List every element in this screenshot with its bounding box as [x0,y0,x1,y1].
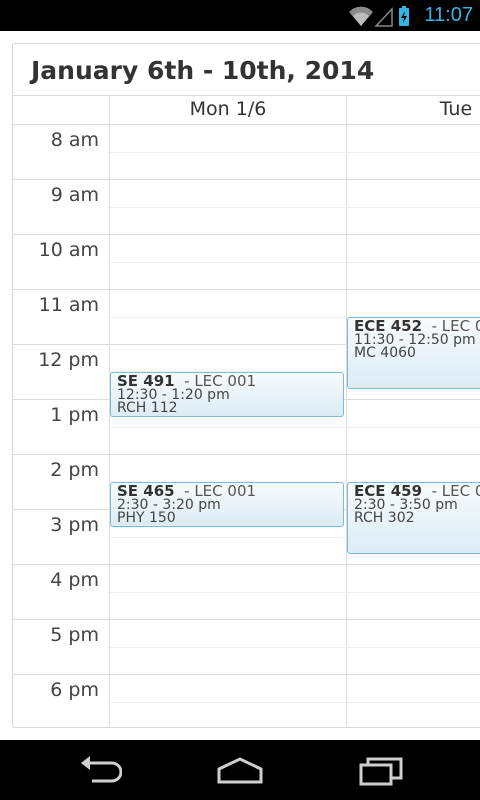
grid-line [346,95,347,727]
calendar-card: January 6th - 10th, 2014 Mon 1/6 Tue 1 [12,43,480,728]
time-label: 4 pm [50,569,99,591]
calendar-grid: Mon 1/6 Tue 1 8 am 9 am 10 am 11 am 12 p… [13,95,480,727]
grid-line [13,619,480,620]
grid-line [110,207,480,208]
time-label: 8 am [50,129,99,151]
time-label: 5 pm [50,624,99,646]
event-room: PHY 150 [117,510,176,526]
grid-line [13,564,480,565]
grid-line [110,427,480,428]
time-label: 9 am [50,184,99,206]
wifi-icon [349,6,373,27]
event-se465[interactable]: SE 465 - LEC 001 2:30 - 3:20 pm PHY 150 [110,482,344,527]
grid-line [110,262,480,263]
time-label: 10 am [38,239,99,261]
grid-line [13,95,480,96]
time-label: 11 am [38,294,99,316]
grid-line [13,179,480,180]
day-header-mon: Mon 1/6 [189,98,267,120]
grid-line [13,289,480,290]
event-ece459[interactable]: ECE 459 - LEC 0 2:30 - 3:50 pm RCH 302 [347,482,480,554]
grid-line [13,234,480,235]
event-room: MC 4060 [354,345,416,361]
time-label: 3 pm [50,514,99,536]
navigation-bar [0,740,480,800]
grid-line [110,592,480,593]
grid-line [110,702,480,703]
grid-line [110,647,480,648]
status-icons [348,5,414,27]
event-ece452[interactable]: ECE 452 - LEC 0 11:30 - 12:50 pm MC 4060 [347,317,480,389]
time-label: 2 pm [50,459,99,481]
grid-line [13,674,480,675]
event-room: RCH 112 [117,400,178,416]
event-room: RCH 302 [354,510,415,526]
recent-apps-icon[interactable] [358,754,404,790]
back-icon[interactable] [78,754,123,790]
clock: 11:07 [424,4,473,26]
time-label: 12 pm [38,349,99,371]
event-se491[interactable]: SE 491 - LEC 001 12:30 - 1:20 pm RCH 112 [110,372,344,417]
day-header-tue: Tue 1 [439,98,480,120]
time-label: 1 pm [50,404,99,426]
calendar-title: January 6th - 10th, 2014 [31,56,375,85]
grid-line [13,124,480,125]
grid-line [13,454,480,455]
battery-charging-icon [399,6,409,26]
time-label: 6 pm [50,679,99,701]
signal-icon [374,7,393,27]
grid-line [110,152,480,153]
home-icon[interactable] [215,754,265,790]
status-bar: 11:07 [0,0,480,31]
